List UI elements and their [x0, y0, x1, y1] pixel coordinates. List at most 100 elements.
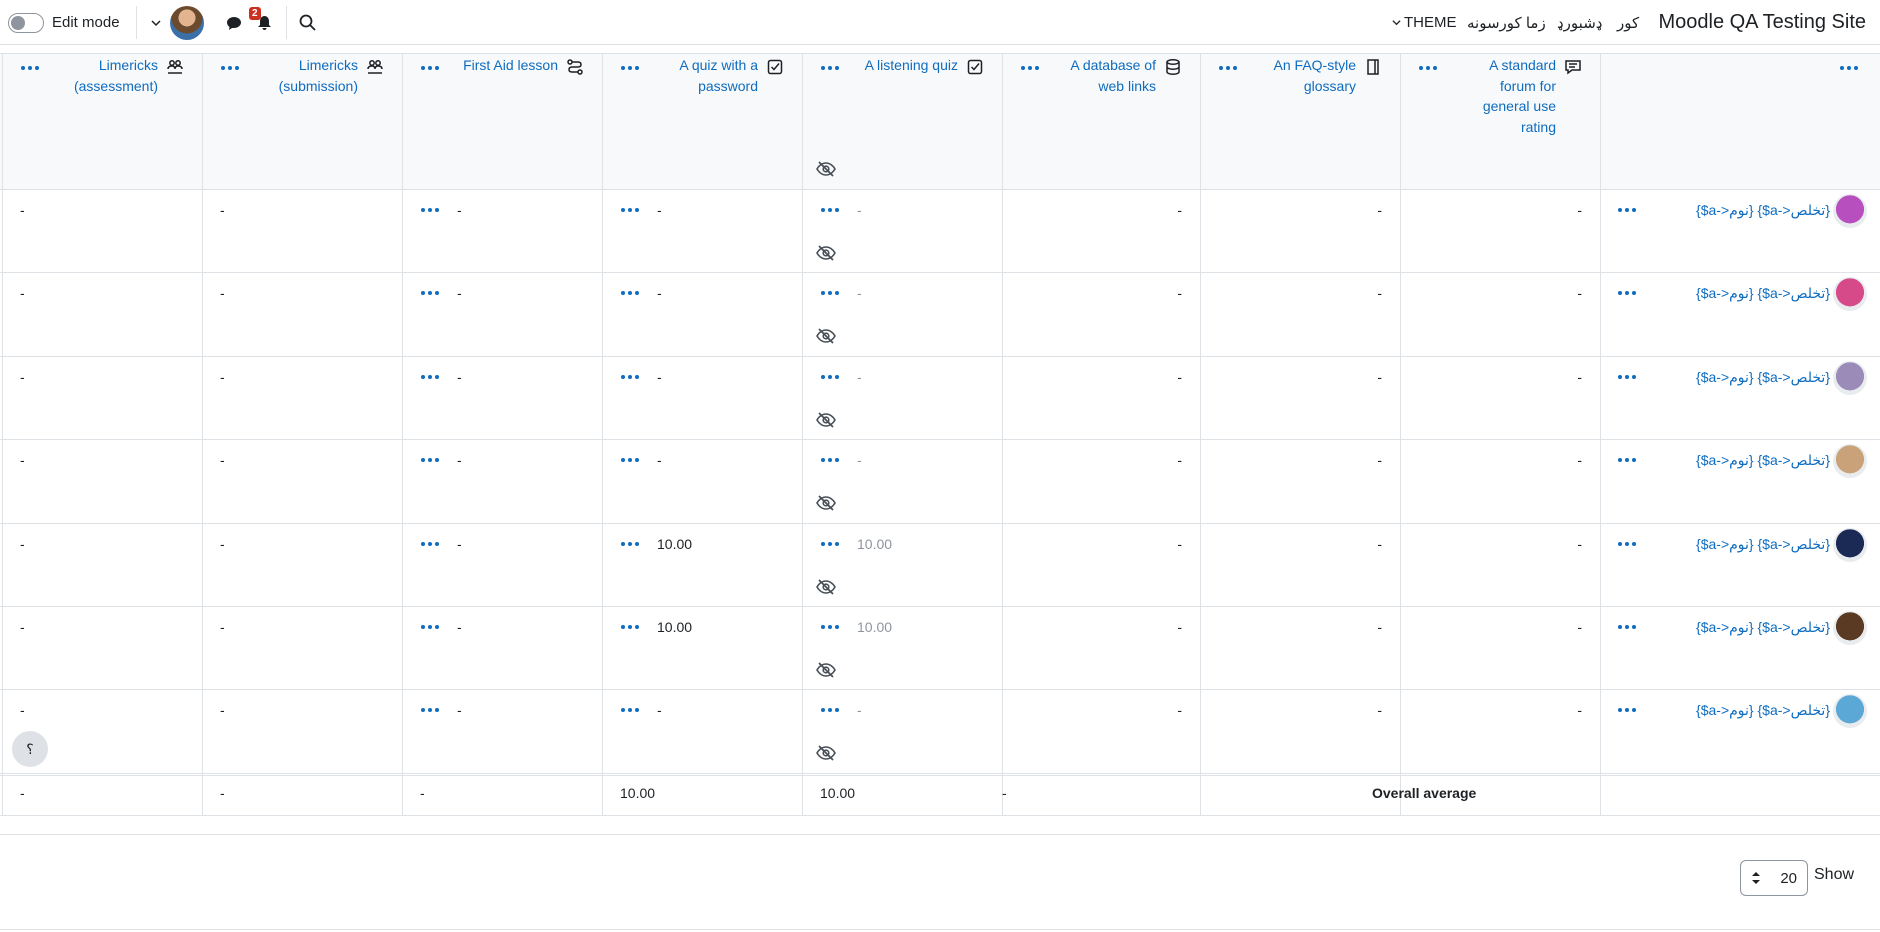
- per-page-select[interactable]: 20: [1740, 860, 1808, 896]
- grade-cell[interactable]: -: [457, 369, 462, 385]
- grade-cell[interactable]: -: [1377, 202, 1382, 218]
- student-name-link[interactable]: {$a->نوم} {$a->تخلص}: [1696, 619, 1830, 636]
- student-avatar[interactable]: [1833, 694, 1867, 728]
- grade-cell[interactable]: -: [657, 285, 662, 301]
- grade-actions-icon[interactable]: [821, 708, 839, 714]
- student-name-link[interactable]: {$a->نوم} {$a->تخلص}: [1696, 536, 1830, 553]
- column-header-title[interactable]: A standard forum for general use rating: [1483, 55, 1556, 137]
- student-name-link[interactable]: {$a->نوم} {$a->تخلص}: [1696, 452, 1830, 469]
- nav-my-courses[interactable]: زما کورسونه: [1467, 0, 1546, 45]
- column-title-line[interactable]: Limericks: [74, 55, 158, 76]
- column-title-line[interactable]: A standard: [1483, 55, 1556, 76]
- column-title-line[interactable]: rating: [1483, 117, 1556, 138]
- student-avatar[interactable]: [1833, 444, 1867, 478]
- user-menu-toggle[interactable]: [151, 0, 161, 45]
- student-avatar[interactable]: [1833, 528, 1867, 562]
- grade-cell[interactable]: -: [1377, 619, 1382, 635]
- column-header-title[interactable]: Limericks (assessment): [74, 55, 158, 96]
- nav-dashboard[interactable]: ډشبورډ: [1557, 0, 1602, 45]
- column-header-title[interactable]: A listening quiz: [865, 55, 958, 76]
- column-title-line[interactable]: (submission): [279, 76, 358, 97]
- grade-cell[interactable]: -: [220, 702, 225, 718]
- column-header-title[interactable]: A quiz with a password: [679, 55, 758, 96]
- grade-cell[interactable]: -: [20, 702, 25, 718]
- grade-cell[interactable]: -: [1177, 619, 1182, 635]
- column-actions-icon[interactable]: [21, 66, 39, 72]
- grade-actions-icon[interactable]: [621, 458, 639, 464]
- column-actions-icon[interactable]: [621, 66, 639, 72]
- grade-cell[interactable]: -: [1177, 369, 1182, 385]
- grade-cell[interactable]: -: [1377, 369, 1382, 385]
- avatar[interactable]: [170, 5, 204, 40]
- grade-cell[interactable]: -: [1177, 536, 1182, 552]
- site-name-label[interactable]: Moodle QA Testing Site: [1658, 11, 1866, 34]
- nav-home[interactable]: کور: [1617, 0, 1639, 45]
- grade-actions-icon[interactable]: [821, 375, 839, 381]
- grade-cell[interactable]: -: [20, 202, 25, 218]
- student-avatar[interactable]: [1833, 611, 1867, 645]
- grade-cell[interactable]: -: [220, 452, 225, 468]
- student-avatar[interactable]: [1833, 361, 1867, 395]
- column-actions-icon[interactable]: [221, 66, 239, 72]
- grade-cell[interactable]: -: [20, 452, 25, 468]
- grade-cell[interactable]: -: [1377, 285, 1382, 301]
- grade-actions-icon[interactable]: [421, 208, 439, 214]
- grade-actions-icon[interactable]: [421, 291, 439, 297]
- grade-actions-icon[interactable]: [821, 458, 839, 464]
- search-button[interactable]: [299, 0, 316, 45]
- column-header-title[interactable]: Limericks (submission): [279, 55, 358, 96]
- grade-cell[interactable]: -: [857, 369, 862, 385]
- grade-cell[interactable]: -: [220, 285, 225, 301]
- grade-cell[interactable]: -: [220, 369, 225, 385]
- column-actions-icon[interactable]: [1419, 66, 1437, 72]
- grade-actions-icon[interactable]: [421, 375, 439, 381]
- column-actions-icon[interactable]: [821, 66, 839, 72]
- grade-actions-icon[interactable]: [821, 542, 839, 548]
- grade-actions-icon[interactable]: [421, 625, 439, 631]
- column-actions-icon[interactable]: [1021, 66, 1039, 72]
- column-header-title[interactable]: First Aid lesson: [463, 55, 558, 76]
- grade-actions-icon[interactable]: [421, 458, 439, 464]
- grade-cell[interactable]: -: [1377, 536, 1382, 552]
- grade-cell[interactable]: -: [220, 202, 225, 218]
- column-title-line[interactable]: First Aid lesson: [463, 55, 558, 76]
- grade-cell[interactable]: -: [1577, 702, 1582, 718]
- grade-cell[interactable]: -: [220, 536, 225, 552]
- grade-actions-icon[interactable]: [621, 208, 639, 214]
- student-name-link[interactable]: {$a->نوم} {$a->تخلص}: [1696, 369, 1830, 386]
- student-name-link[interactable]: {$a->نوم} {$a->تخلص}: [1696, 285, 1830, 302]
- grade-cell[interactable]: -: [1577, 369, 1582, 385]
- grade-actions-icon[interactable]: [621, 375, 639, 381]
- grade-cell[interactable]: -: [1577, 285, 1582, 301]
- message-drawer-button[interactable]: [226, 0, 242, 45]
- grade-actions-icon[interactable]: [821, 291, 839, 297]
- grade-cell[interactable]: -: [1377, 702, 1382, 718]
- column-header-title[interactable]: An FAQ-style glossary: [1274, 55, 1356, 96]
- grade-cell[interactable]: -: [1377, 452, 1382, 468]
- column-actions-icon[interactable]: [1219, 66, 1237, 72]
- nav-dashboard-label[interactable]: ډشبورډ: [1557, 14, 1602, 32]
- nav-home-label[interactable]: کور: [1617, 14, 1639, 32]
- column-title-line[interactable]: A listening quiz: [865, 55, 958, 76]
- grade-cell[interactable]: -: [20, 369, 25, 385]
- grade-actions-icon[interactable]: [821, 208, 839, 214]
- toggle-track[interactable]: [8, 12, 44, 33]
- student-actions-icon[interactable]: [1618, 625, 1636, 631]
- student-actions-icon[interactable]: [1618, 291, 1636, 297]
- column-title-line[interactable]: web links: [1070, 76, 1156, 97]
- grade-cell[interactable]: 10.00: [857, 619, 892, 635]
- grade-cell[interactable]: 10.00: [857, 536, 892, 552]
- grade-cell[interactable]: -: [657, 702, 662, 718]
- grade-cell[interactable]: -: [857, 452, 862, 468]
- student-avatar[interactable]: [1833, 194, 1867, 228]
- grade-cell[interactable]: -: [1577, 202, 1582, 218]
- grade-cell[interactable]: -: [457, 452, 462, 468]
- grade-actions-icon[interactable]: [421, 708, 439, 714]
- grade-actions-icon[interactable]: [421, 542, 439, 548]
- grade-cell[interactable]: -: [20, 285, 25, 301]
- grade-cell[interactable]: -: [457, 619, 462, 635]
- nav-my-courses-label[interactable]: زما کورسونه: [1467, 14, 1546, 32]
- student-name-link[interactable]: {$a->نوم} {$a->تخلص}: [1696, 702, 1830, 719]
- grade-cell[interactable]: -: [1177, 702, 1182, 718]
- grade-actions-icon[interactable]: [621, 708, 639, 714]
